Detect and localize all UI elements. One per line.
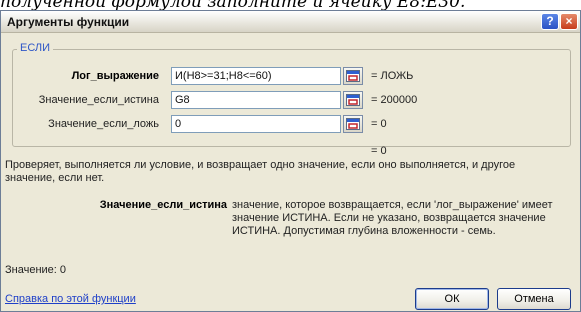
range-selector-button-1[interactable] <box>343 67 363 85</box>
value-if-false-result: = 0 <box>371 118 387 130</box>
arg-help-text: значение, которое возвращается, если 'ло… <box>232 199 553 237</box>
range-selector-icon <box>346 94 360 106</box>
help-button[interactable]: ? <box>541 13 559 30</box>
value-if-true-input[interactable] <box>171 91 341 109</box>
ok-button[interactable]: ОК <box>415 288 489 310</box>
title-bar: Аргументы функции ? × <box>1 11 580 33</box>
range-selector-button-2[interactable] <box>343 91 363 109</box>
value-if-false-input[interactable] <box>171 115 341 133</box>
arg-label-value-if-true: Значение_если_истина <box>38 94 159 106</box>
function-arguments-dialog: Аргументы функции ? × ЕСЛИ Лог_выражение… <box>0 10 581 312</box>
value-if-true-result: = 200000 <box>371 94 418 106</box>
range-selector-icon <box>346 70 360 82</box>
question-icon: ? <box>546 14 554 28</box>
formula-result: = 0 <box>371 145 387 157</box>
close-icon: × <box>565 14 573 28</box>
help-link[interactable]: Справка по этой функции <box>5 293 136 306</box>
arg-label-logical-test: Лог_выражение <box>71 70 159 82</box>
function-description: Проверяет, выполняется ли условие, и воз… <box>5 159 516 184</box>
range-selector-button-3[interactable] <box>343 115 363 133</box>
dialog-title: Аргументы функции <box>7 15 130 29</box>
group-caption: ЕСЛИ <box>17 42 54 54</box>
close-button[interactable]: × <box>560 13 578 30</box>
cancel-button[interactable]: Отмена <box>497 288 571 310</box>
arg-label-value-if-false: Значение_если_ложь <box>48 118 159 130</box>
logical-test-result: = ЛОЖЬ <box>371 70 414 82</box>
arg-help-name: Значение_если_истина <box>99 199 227 211</box>
value-line: Значение: 0 <box>5 264 67 276</box>
range-selector-icon <box>346 118 360 130</box>
logical-test-input[interactable] <box>171 67 341 85</box>
